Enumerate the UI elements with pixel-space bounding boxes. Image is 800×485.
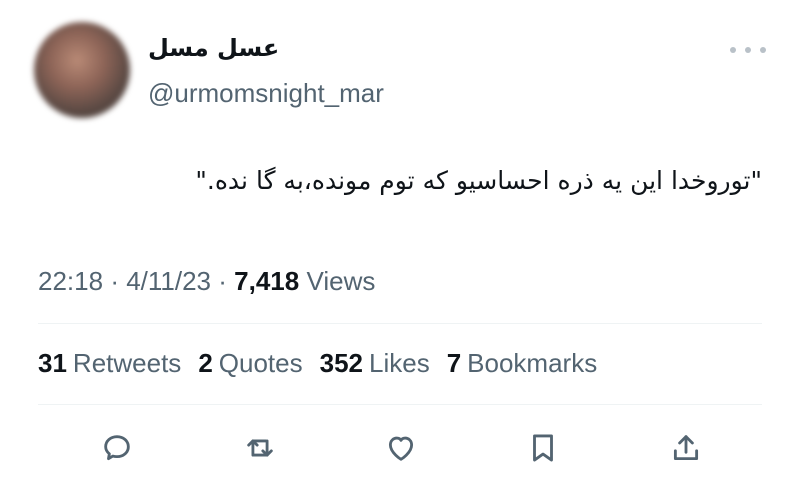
tweet-date[interactable]: 4/11/23: [126, 266, 211, 296]
retweet-button[interactable]: [240, 428, 280, 468]
author-name[interactable]: عسل مسل: [148, 34, 279, 62]
retweets-label: Retweets: [72, 348, 182, 378]
quotes-count: 2: [198, 348, 213, 378]
share-icon: [673, 435, 699, 461]
likes-label: Likes: [369, 348, 430, 378]
action-bar: [0, 428, 800, 472]
divider: [38, 404, 762, 405]
bookmarks-count: 7: [446, 348, 462, 378]
likes-count: 352: [319, 348, 363, 378]
meta-separator: ·: [218, 266, 235, 296]
more-dot: [760, 47, 766, 53]
bookmark-button[interactable]: [523, 428, 563, 468]
likes-stat[interactable]: 352 Likes: [320, 348, 430, 379]
divider: [38, 323, 762, 324]
tweet-stats: 31 Retweets 2 Quotes 352 Likes 7 Bookmarks: [38, 348, 597, 379]
views-label: Views: [306, 266, 376, 296]
reply-button[interactable]: [97, 428, 137, 468]
heart-icon: [388, 436, 414, 461]
quotes-stat[interactable]: 2 Quotes: [198, 348, 302, 379]
tweet-meta: 22:18 · 4/11/23 · 7,418 Views: [38, 266, 375, 297]
reply-icon: [104, 435, 130, 461]
views-count: 7,418: [234, 266, 300, 296]
retweets-stat[interactable]: 31 Retweets: [38, 348, 181, 379]
quotes-label: Quotes: [218, 348, 303, 378]
tweet-text: "توروخدا این یه ذره احساسیو که توم مونده…: [195, 166, 762, 195]
bookmark-icon: [533, 434, 553, 462]
more-icon[interactable]: [730, 40, 766, 60]
bookmarks-label: Bookmarks: [467, 348, 598, 378]
more-dot: [745, 47, 751, 53]
like-button[interactable]: [381, 428, 421, 468]
retweets-count: 31: [38, 348, 67, 378]
retweet-icon: [247, 439, 273, 457]
tweet-time[interactable]: 22:18: [38, 266, 103, 296]
avatar[interactable]: [34, 22, 130, 118]
bookmarks-stat[interactable]: 7 Bookmarks: [447, 348, 598, 379]
share-button[interactable]: [666, 428, 706, 468]
author-handle[interactable]: @urmomsnight_mar: [148, 78, 384, 109]
more-dot: [730, 47, 736, 53]
meta-separator: ·: [110, 266, 127, 296]
